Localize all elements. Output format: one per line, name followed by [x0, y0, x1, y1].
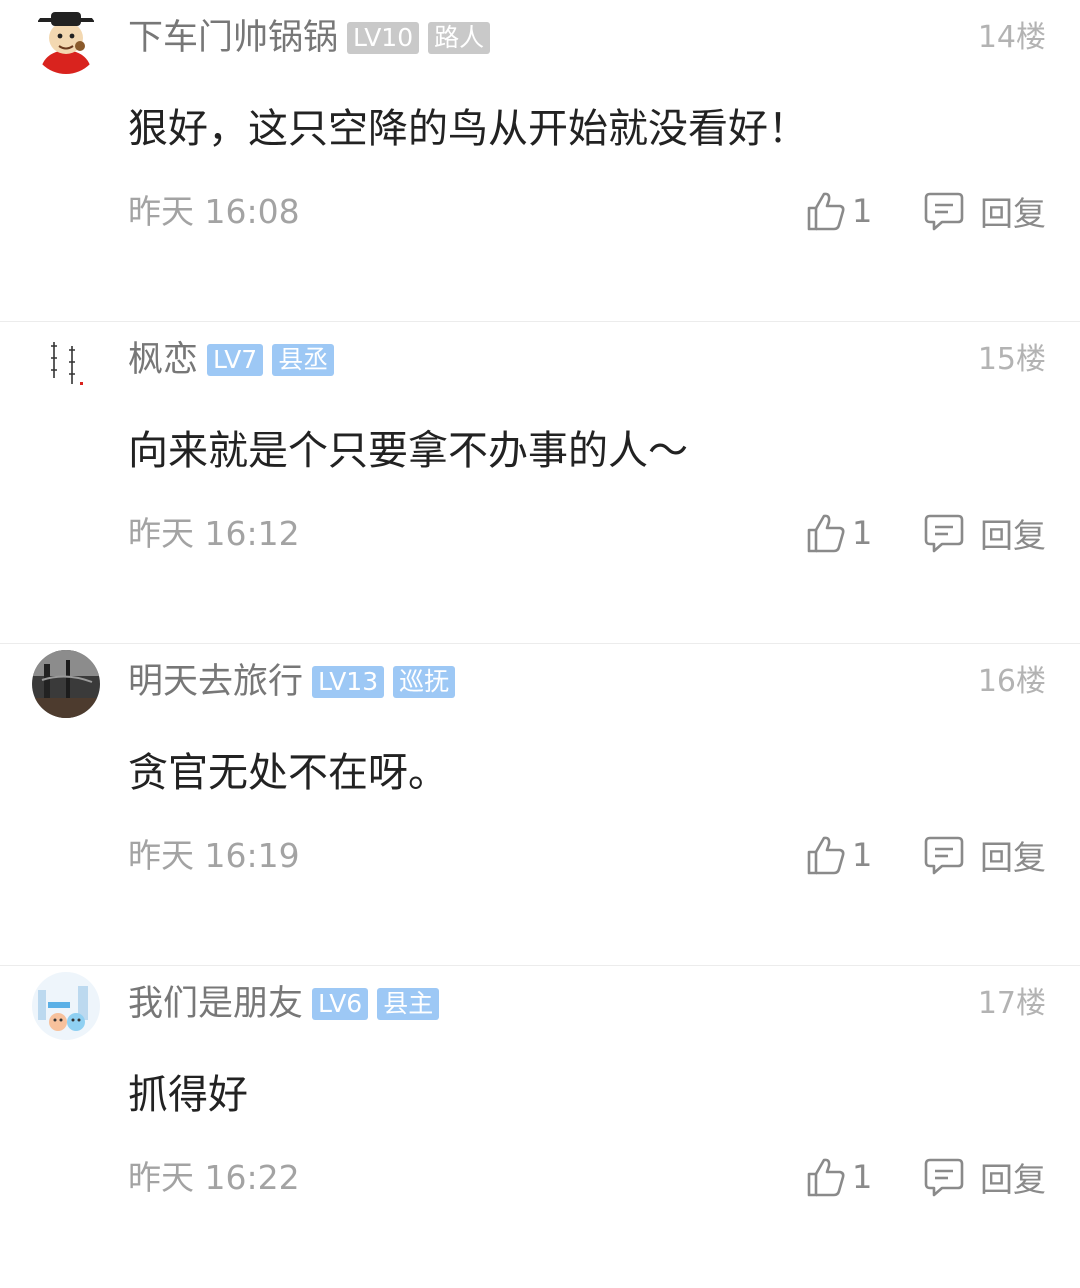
level-badge: LV6 — [312, 988, 369, 1020]
rank-badge: 县主 — [377, 988, 440, 1020]
comment-time: 昨天 16:12 — [128, 514, 300, 553]
comment-text: 向来就是个只要拿不办事的人～ — [128, 428, 688, 474]
speech-bubble-icon — [924, 1158, 964, 1197]
user-info-row: 我们是朋友 LV6 县主 — [128, 982, 440, 1026]
reply-label: 回复 — [980, 838, 1046, 877]
reply-button[interactable]: 回复 — [924, 832, 1046, 878]
rank-badge: 巡抚 — [393, 666, 456, 698]
thumbs-up-icon — [807, 836, 845, 875]
comment-item: 下车门帅锅锅 LV10 路人 14楼 狠好，这只空降的鸟从开始就没看好！ 昨天 … — [0, 0, 1080, 322]
level-badge: LV10 — [347, 22, 420, 54]
user-info-row: 下车门帅锅锅 LV10 路人 — [128, 16, 491, 60]
reply-label: 回复 — [980, 1160, 1046, 1199]
username[interactable]: 我们是朋友 — [128, 982, 303, 1026]
level-badge: LV13 — [312, 666, 385, 698]
comment-text: 狠好，这只空降的鸟从开始就没看好！ — [128, 106, 808, 152]
reply-button[interactable]: 回复 — [924, 510, 1046, 556]
avatar[interactable] — [32, 650, 100, 718]
like-button[interactable]: 1 — [806, 832, 872, 878]
reply-button[interactable]: 回复 — [924, 188, 1046, 234]
comment-item: 枫恋 LV7 县丞 15楼 向来就是个只要拿不办事的人～ 昨天 16:12 1 … — [0, 322, 1080, 644]
thumbs-up-icon — [807, 514, 845, 553]
rank-badge: 县丞 — [272, 344, 335, 376]
reply-button[interactable]: 回复 — [924, 1154, 1046, 1200]
speech-bubble-icon — [924, 192, 964, 231]
avatar[interactable] — [32, 972, 100, 1040]
floor-number: 16楼 — [977, 664, 1046, 699]
floor-number: 14楼 — [977, 20, 1046, 55]
official-cartoon-avatar-icon — [32, 6, 100, 74]
username[interactable]: 下车门帅锅锅 — [128, 16, 338, 60]
user-info-row: 明天去旅行 LV13 巡抚 — [128, 660, 456, 704]
floor-number: 15楼 — [977, 342, 1046, 377]
username[interactable]: 明天去旅行 — [128, 660, 303, 704]
reply-label: 回复 — [980, 516, 1046, 555]
cartoon-avatar-icon — [32, 972, 100, 1040]
comment-time: 昨天 16:22 — [128, 1158, 300, 1197]
comment-time: 昨天 16:08 — [128, 192, 300, 231]
like-button[interactable]: 1 — [806, 510, 872, 556]
comment-item: 明天去旅行 LV13 巡抚 16楼 贪官无处不在呀。 昨天 16:19 1 回复 — [0, 644, 1080, 966]
like-count: 1 — [852, 192, 873, 230]
like-count: 1 — [852, 1158, 873, 1196]
level-badge: LV7 — [207, 344, 264, 376]
like-button[interactable]: 1 — [806, 188, 872, 234]
photo-avatar-icon — [32, 650, 100, 718]
reply-label: 回复 — [980, 194, 1046, 233]
username[interactable]: 枫恋 — [128, 338, 198, 382]
thumbs-up-icon — [807, 1158, 845, 1197]
comment-text: 抓得好 — [128, 1072, 248, 1118]
comment-item: 我们是朋友 LV6 县主 17楼 抓得好 昨天 16:22 1 回复 — [0, 966, 1080, 1288]
comment-text: 贪官无处不在呀。 — [128, 750, 448, 796]
comment-time: 昨天 16:19 — [128, 836, 300, 875]
comment-list: 下车门帅锅锅 LV10 路人 14楼 狠好，这只空降的鸟从开始就没看好！ 昨天 … — [0, 0, 1080, 1288]
calligraphy-avatar-icon — [32, 328, 100, 396]
speech-bubble-icon — [924, 836, 964, 875]
rank-badge: 路人 — [428, 22, 491, 54]
like-count: 1 — [852, 836, 873, 874]
speech-bubble-icon — [924, 514, 964, 553]
user-info-row: 枫恋 LV7 县丞 — [128, 338, 335, 382]
avatar[interactable] — [32, 6, 100, 74]
thumbs-up-icon — [807, 192, 845, 231]
avatar[interactable] — [32, 328, 100, 396]
like-count: 1 — [852, 514, 873, 552]
floor-number: 17楼 — [977, 986, 1046, 1021]
like-button[interactable]: 1 — [806, 1154, 872, 1200]
